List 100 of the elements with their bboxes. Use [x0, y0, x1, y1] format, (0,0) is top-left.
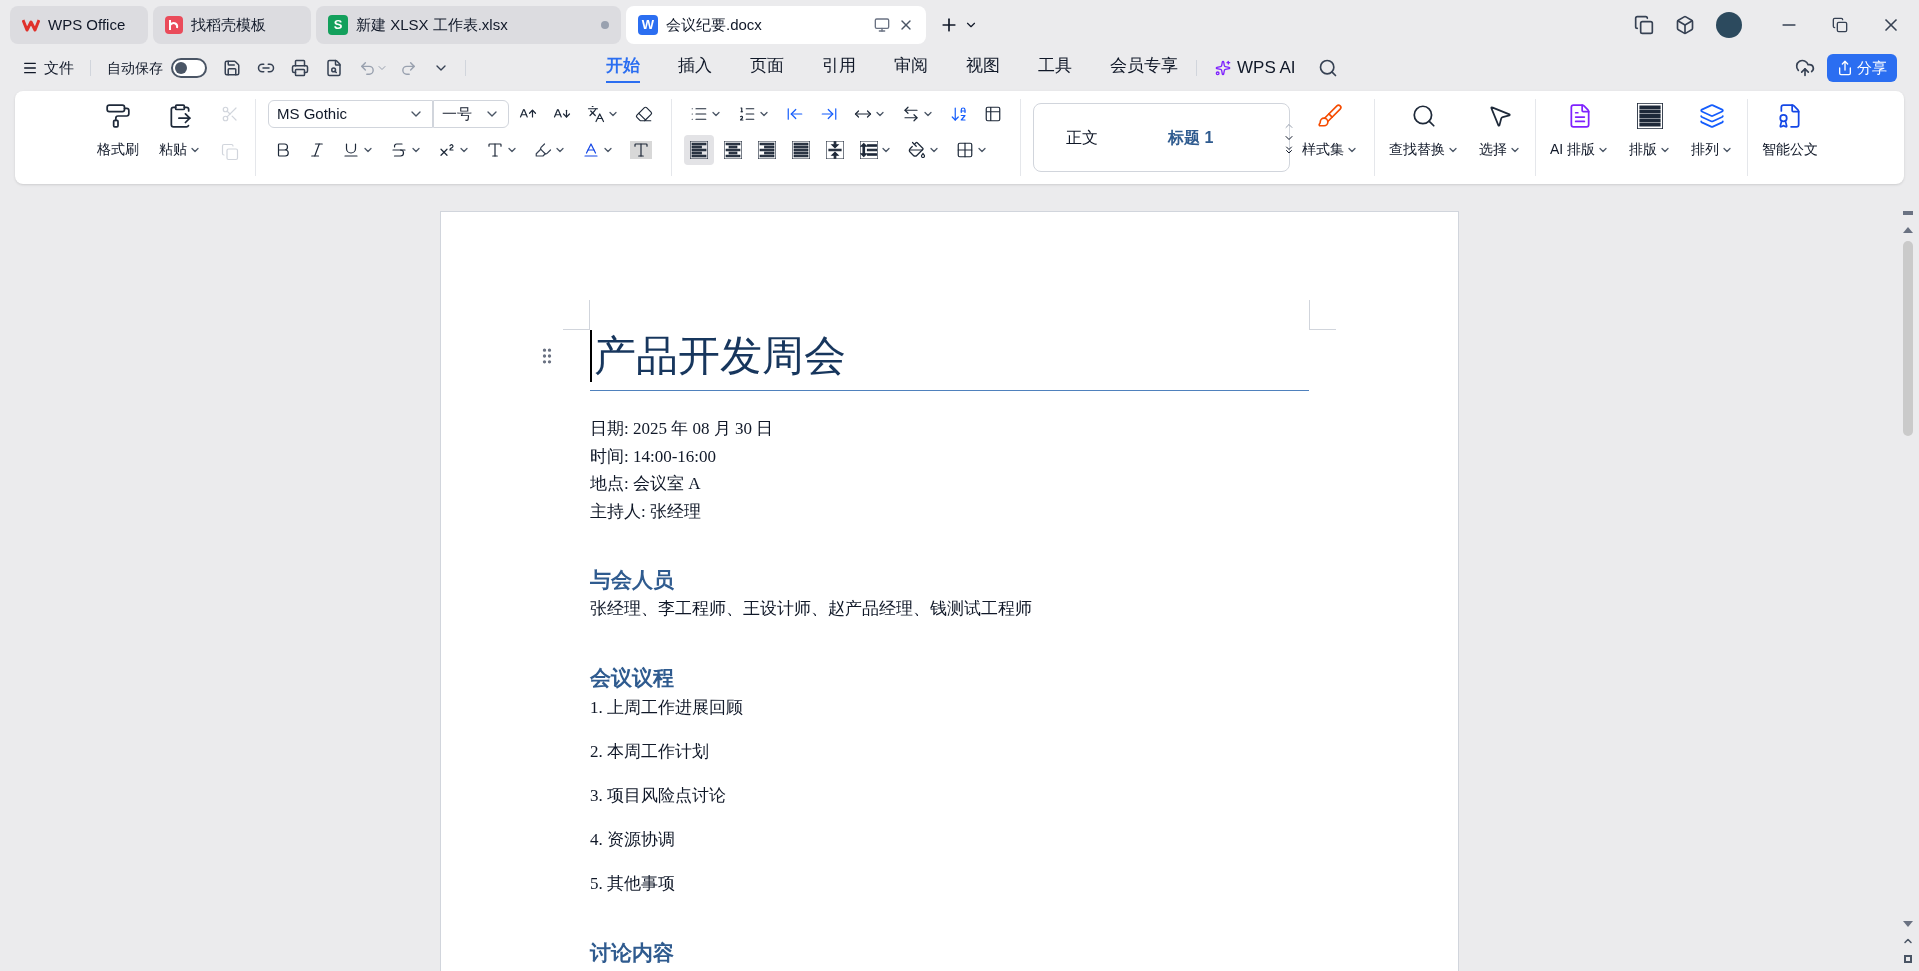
restore-icon[interactable] — [1832, 17, 1848, 33]
document-tab[interactable]: S 新建 XLSX 工作表.xlsx — [316, 6, 621, 44]
save-icon[interactable] — [223, 59, 241, 77]
sparkle-icon — [1215, 60, 1231, 76]
align-center-icon — [724, 141, 742, 159]
scissors-icon — [221, 105, 239, 123]
autosave-label: 自动保存 — [107, 58, 163, 78]
search-icon — [1411, 103, 1437, 129]
font-size-selector[interactable]: 一号 — [433, 100, 509, 128]
align-left-icon — [690, 141, 708, 159]
share-icon — [1837, 60, 1853, 76]
file-menu[interactable]: 文件 — [44, 56, 74, 80]
borders-icon — [956, 141, 974, 159]
character-shading-icon — [632, 141, 650, 159]
sort-icon — [950, 105, 968, 123]
ribbon-button[interactable]: 样式集 — [1290, 99, 1370, 176]
justify-icon — [792, 141, 810, 159]
line-spacing-icon — [860, 141, 878, 159]
ribbon-tab[interactable]: 工具 — [1038, 53, 1072, 83]
indent-icon — [820, 105, 838, 123]
ribbon-button[interactable]: 排列 — [1681, 99, 1744, 176]
strikethrough-icon — [390, 141, 408, 159]
meta-line: 主持人: 张经理 — [590, 500, 701, 523]
format-painter-icon — [105, 103, 131, 129]
menu-icon[interactable] — [22, 60, 38, 76]
margin-corner-mark — [1309, 300, 1336, 330]
autosave-switch[interactable] — [171, 58, 207, 78]
select-browse-icon[interactable] — [1904, 955, 1912, 963]
font-selector[interactable]: MS Gothic — [268, 100, 433, 128]
numbered-list-icon — [738, 105, 756, 123]
meta-line: 地点: 会议室 A — [590, 473, 701, 495]
agenda-item: 4. 资源协调 — [590, 829, 675, 851]
align-right-icon — [758, 141, 776, 159]
eraser-icon — [635, 105, 653, 123]
style-option[interactable]: 正文 — [1066, 125, 1098, 150]
superscript-icon — [438, 141, 456, 159]
underline-icon — [342, 141, 360, 159]
agenda-item: 2. 本周工作计划 — [590, 741, 709, 763]
scroll-up-icon[interactable] — [1903, 227, 1913, 233]
ribbon-button[interactable]: 查找替换 — [1379, 99, 1469, 176]
style-gallery[interactable]: 正文 标题 1 — [1033, 103, 1290, 172]
document-title: 产品开发周会 — [590, 330, 846, 382]
style-brush-icon — [1317, 103, 1343, 129]
ribbon-button[interactable]: AI 排版 — [1540, 99, 1620, 176]
scrollbar-thumb[interactable] — [1903, 241, 1913, 436]
tab-label: 找稻壳模板 — [191, 14, 267, 35]
ribbon-tab[interactable]: 会员专享 — [1110, 53, 1178, 83]
agenda-item: 3. 项目风险点讨论 — [590, 785, 726, 807]
text-direction-icon — [902, 105, 920, 123]
copy-icon — [221, 143, 239, 161]
ribbon-button[interactable]: 粘贴 — [155, 99, 205, 160]
spreadsheet-app-icon: S — [328, 15, 348, 35]
meta-line: 时间: 14:00-16:00 — [590, 445, 717, 468]
ribbon-tab[interactable]: 引用 — [822, 53, 856, 83]
template-app-icon — [165, 16, 183, 34]
document-tab[interactable]: WPS Office — [10, 6, 148, 44]
italic-icon — [308, 141, 326, 159]
scroll-down-icon[interactable] — [1903, 921, 1913, 927]
paint-bucket-icon — [908, 141, 926, 159]
font-color-icon — [582, 141, 600, 159]
tab-label: 新建 XLSX 工作表.xlsx — [356, 14, 509, 35]
meta-line: 日期: 2025 年 08 月 30 日 — [590, 418, 774, 440]
search-icon[interactable] — [1317, 58, 1338, 78]
print-preview-icon[interactable] — [325, 59, 343, 77]
highlighter-icon — [534, 141, 552, 159]
print-icon[interactable] — [291, 59, 309, 77]
table-icon — [984, 105, 1002, 123]
toolbar-button[interactable] — [684, 135, 714, 165]
ribbon-button[interactable]: 格式刷 — [93, 99, 143, 160]
ribbon-tab[interactable]: 审阅 — [894, 53, 928, 83]
section-heading: 与会人员 — [590, 567, 674, 594]
logo-icon — [22, 18, 40, 32]
cloud-upload-icon[interactable] — [1795, 58, 1815, 78]
margin-corner-mark — [563, 300, 590, 330]
share-button[interactable]: 分享 — [1827, 54, 1897, 82]
ribbon-tab[interactable]: 插入 — [678, 53, 712, 83]
ribbon-button[interactable]: 排版 — [1619, 99, 1682, 176]
section-heading: 会议议程 — [590, 665, 674, 692]
paragraph: 张经理、李工程师、王设计师、赵产品经理、钱测试工程师 — [590, 598, 1032, 620]
text-layout-icon — [1637, 103, 1664, 129]
avatar[interactable] — [1716, 12, 1742, 38]
ai-tab[interactable]: WPS AI — [1215, 55, 1296, 81]
ribbon-tab[interactable]: 页面 — [750, 53, 784, 83]
document-tab[interactable]: W 会议纪要.docx — [626, 6, 926, 44]
ribbon-button[interactable]: 智能公文 — [1752, 99, 1829, 176]
paste-icon — [167, 103, 193, 129]
document-tab[interactable]: 找稻壳模板 — [153, 6, 311, 44]
cube-icon[interactable] — [1675, 15, 1695, 35]
ribbon-tab[interactable]: 开始 — [606, 53, 640, 83]
phonetic-icon — [587, 105, 605, 123]
ribbon-button[interactable]: 选择 — [1469, 99, 1531, 176]
ribbon-tab[interactable]: 视图 — [966, 53, 1000, 83]
agenda-item: 5. 其他事项 — [590, 873, 675, 895]
agenda-item: 1. 上周工作进展回顾 — [590, 697, 743, 719]
document-app-icon: W — [638, 15, 658, 35]
arrange-icon — [1699, 103, 1726, 129]
tab-label: 会议纪要.docx — [666, 14, 763, 35]
style-option[interactable]: 标题 1 — [1168, 125, 1214, 150]
windows-icon[interactable] — [1634, 15, 1654, 35]
distribute-icon — [826, 141, 844, 159]
